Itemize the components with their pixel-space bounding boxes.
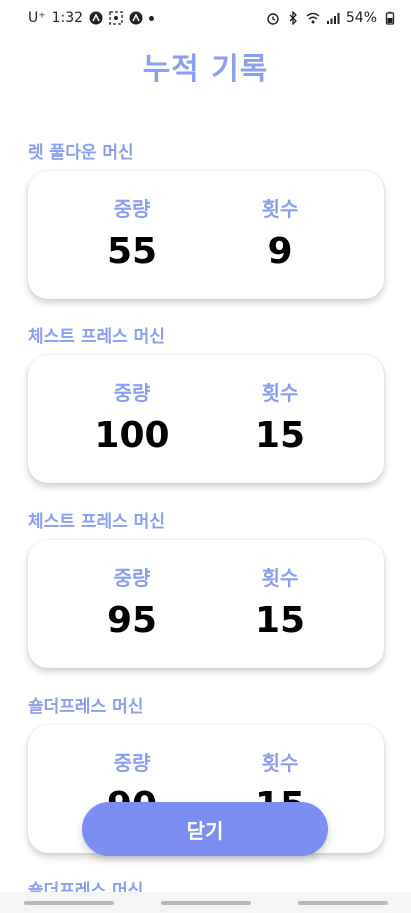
reps-value: 15	[254, 600, 306, 641]
clock: 1:32	[51, 10, 84, 26]
reps-label: 횟수	[261, 381, 299, 405]
home-button[interactable]	[160, 900, 251, 905]
reps-column: 횟수 15	[206, 562, 354, 668]
screenshot-icon	[109, 11, 123, 25]
reps-label: 횟수	[261, 751, 299, 775]
weight-value: 55	[106, 231, 158, 272]
record-name: 체스트 프레스 머신	[28, 512, 165, 532]
reps-label: 횟수	[261, 566, 299, 590]
weight-label: 중량	[113, 381, 151, 405]
signal-icon	[326, 11, 340, 25]
status-right: 54%	[266, 10, 397, 26]
reps-value: 9	[267, 231, 293, 272]
record-section: 체스트 프레스 머신 중량 100 횟수 15	[28, 322, 384, 483]
weight-value: 100	[94, 415, 170, 456]
status-bar: U⁺ 1:32 54%	[0, 0, 411, 36]
weight-label: 중량	[113, 197, 151, 221]
battery-percent: 54%	[345, 10, 377, 26]
record-section: 체스트 프레스 머신 중량 95 횟수 15	[28, 507, 384, 668]
reps-value: 15	[254, 415, 306, 456]
alarm-icon	[266, 11, 280, 25]
carrier-label: U⁺	[28, 10, 46, 26]
reps-column: 횟수 15	[206, 377, 354, 483]
weight-label: 중량	[113, 751, 151, 775]
reps-column: 횟수 9	[206, 193, 354, 299]
battery-icon	[383, 11, 397, 25]
weight-value: 95	[106, 600, 158, 641]
page-title: 누적 기록	[142, 52, 269, 87]
weight-column: 중량 55	[58, 193, 206, 299]
record-section: 렛 풀다운 머신 중량 55 횟수 9	[28, 138, 384, 299]
wifi-icon	[306, 11, 320, 25]
record-name: 렛 풀다운 머신	[28, 143, 134, 163]
more-notifications-dot	[149, 15, 155, 21]
weight-column: 중량 95	[58, 562, 206, 668]
reps-label: 횟수	[261, 197, 299, 221]
weight-column: 중량 100	[58, 377, 206, 483]
record-name: 숄더프레스 머신	[28, 697, 144, 717]
bluetooth-icon	[286, 11, 300, 25]
record-name: 체스트 프레스 머신	[28, 327, 165, 347]
weight-label: 중량	[113, 566, 151, 590]
app-notification-icon	[89, 11, 103, 25]
navigation-bar	[0, 892, 411, 913]
back-button[interactable]	[297, 900, 388, 905]
status-left: U⁺ 1:32	[28, 10, 155, 26]
app-notification-icon	[129, 11, 143, 25]
recent-apps-button[interactable]	[23, 900, 114, 905]
record-card: 중량 95 횟수 15	[28, 540, 384, 668]
record-card: 중량 100 횟수 15	[28, 355, 384, 483]
record-card: 중량 55 횟수 9	[28, 171, 384, 299]
close-button[interactable]: 닫기	[82, 802, 328, 856]
